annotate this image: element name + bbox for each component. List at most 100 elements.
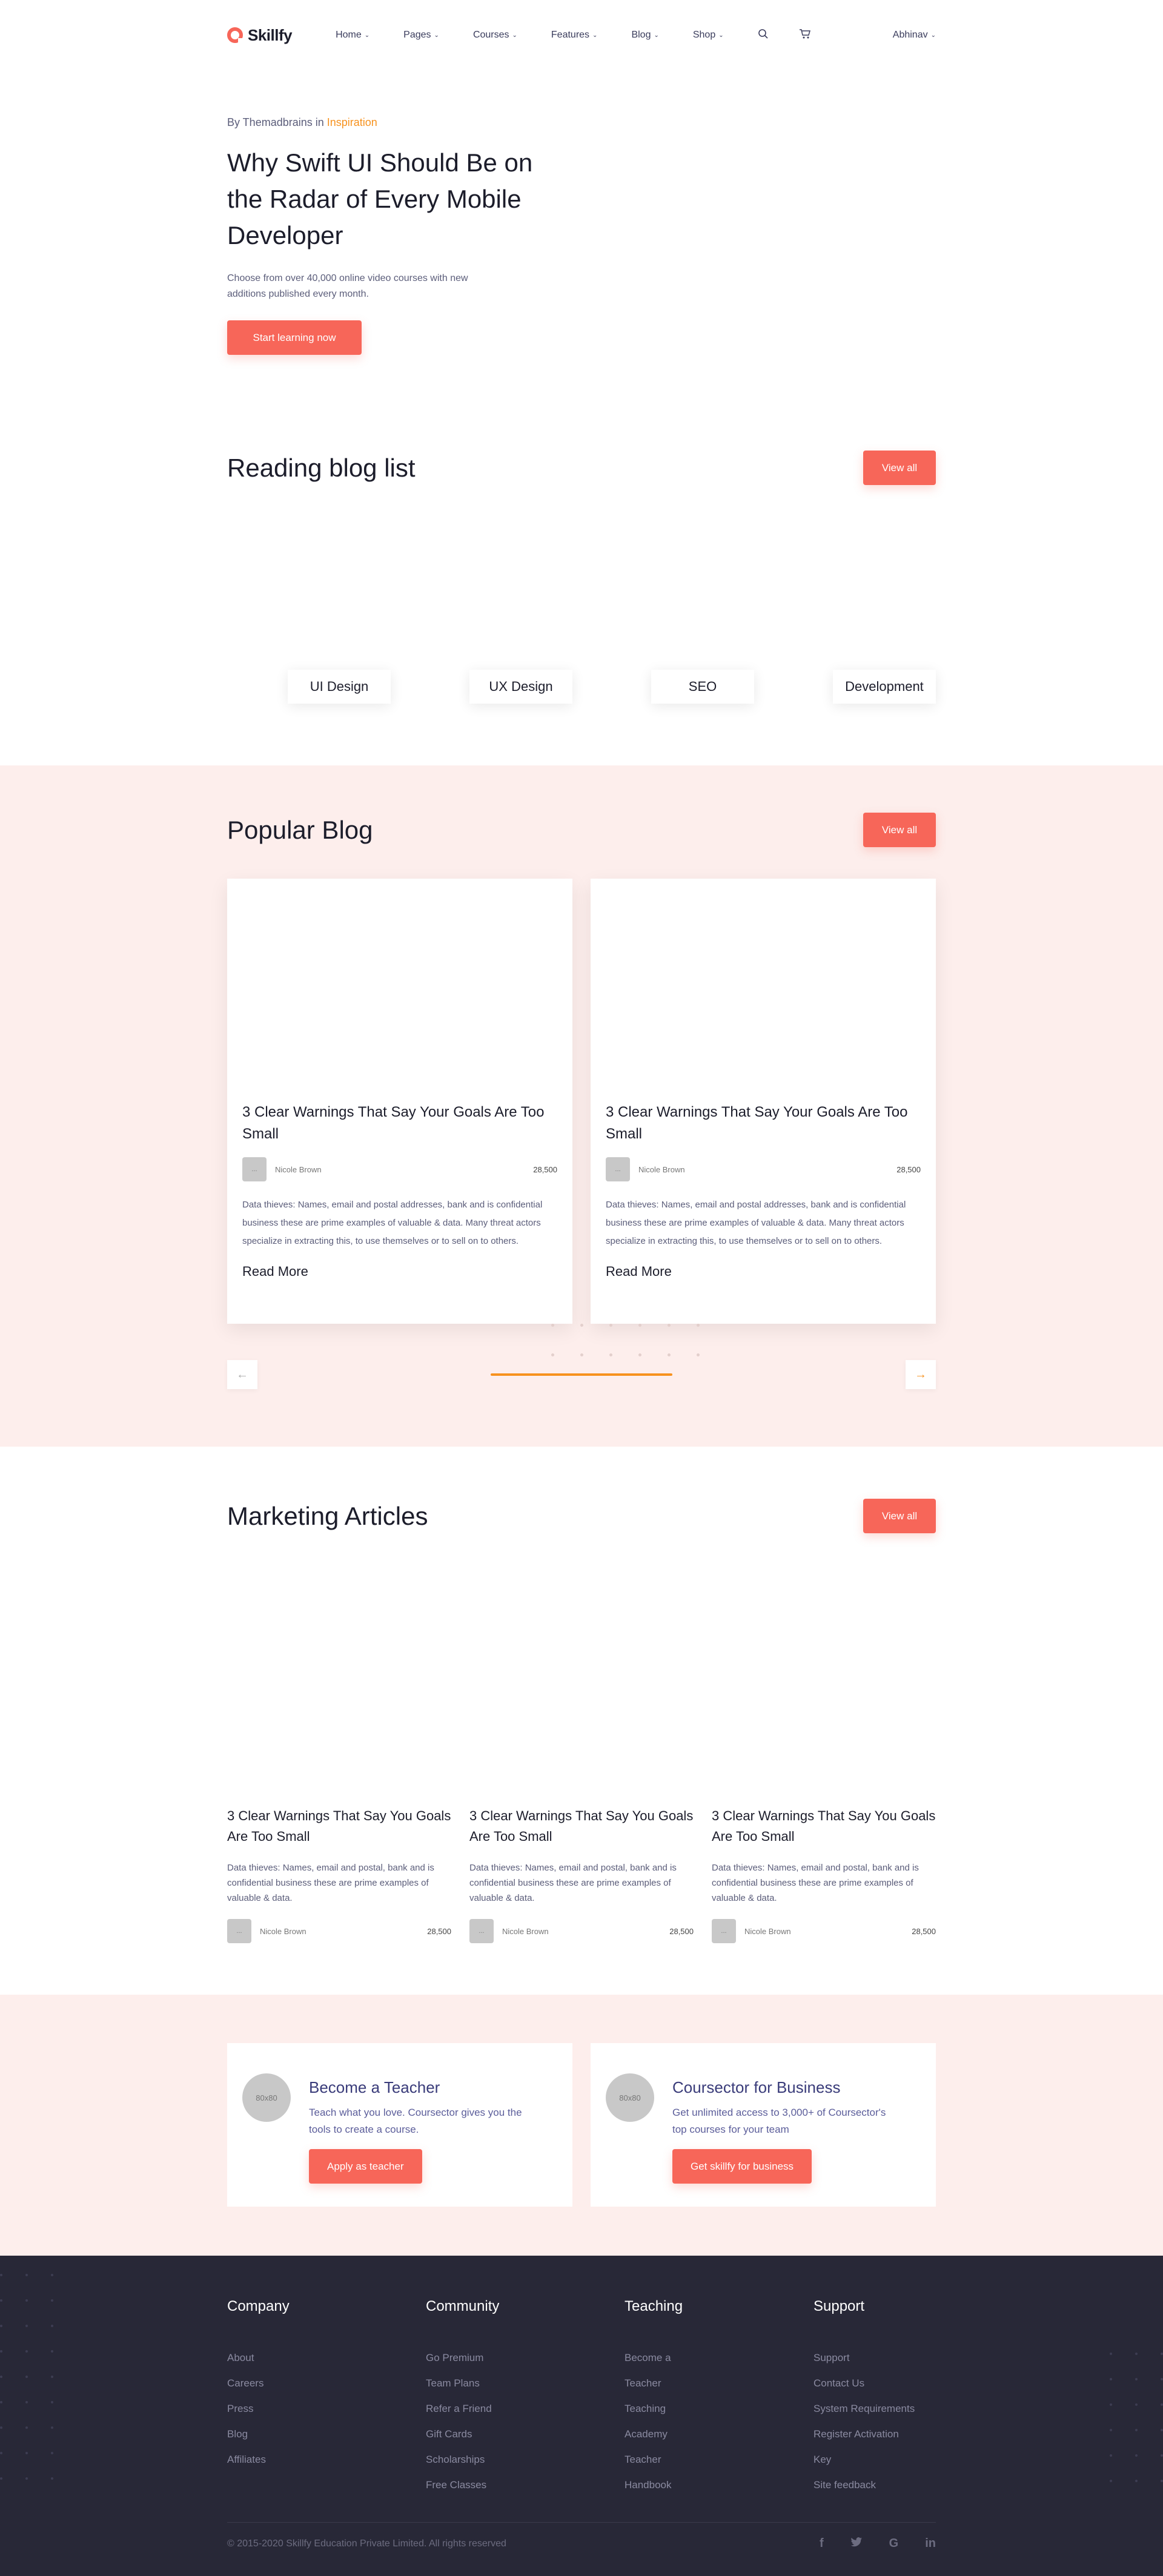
prev-arrow-button[interactable]: ← <box>227 1360 257 1389</box>
popular-carousel: 3 Clear Warnings That Say Your Goals Are… <box>227 879 936 1324</box>
hero-subtitle: Choose from over 40,000 online video cou… <box>227 273 468 299</box>
logo-text: Skillfy <box>248 25 293 44</box>
card-title[interactable]: 3 Clear Warnings That Say Your Goals Are… <box>606 1101 921 1145</box>
author-name: Nicole Brown <box>638 1164 685 1174</box>
tag-ui-design[interactable]: UI Design <box>288 670 391 704</box>
card-title: Become a Teacher <box>309 2078 440 2096</box>
card-excerpt: Data thieves: Names, email and postal ad… <box>242 1200 543 1246</box>
dot <box>668 1353 671 1356</box>
byline-category-link[interactable]: Inspiration <box>327 116 377 128</box>
card-title[interactable]: 3 Clear Warnings That Say You Goals Are … <box>469 1806 694 1847</box>
start-learning-button[interactable]: Start learning now <box>227 320 362 355</box>
carousel-progress <box>491 1373 672 1376</box>
facebook-icon[interactable]: f <box>820 2537 824 2551</box>
card-title[interactable]: 3 Clear Warnings That Say You Goals Are … <box>712 1806 936 1847</box>
nav-label: Features <box>551 30 590 40</box>
dot <box>580 1353 583 1356</box>
nav-label: Blog <box>631 30 651 40</box>
byline-author: By Themadbrains in <box>227 116 324 128</box>
popular-blog-section: Popular Blog View all 3 Clear Warnings T… <box>0 765 1163 1447</box>
card-text: Get unlimited access to 3,000+ of Course… <box>672 2107 886 2135</box>
avatar: ... <box>606 1157 630 1181</box>
view-count: 28,500 <box>896 1164 921 1174</box>
view-count: 28,500 <box>912 1926 936 1936</box>
hero-section: By Themadbrains in Inspiration Why Swift… <box>0 70 1163 391</box>
teacher-placeholder-icon: 80x80 <box>242 2073 291 2122</box>
user-menu[interactable]: Abhinav ⌄ <box>893 30 936 41</box>
nav-item-shop[interactable]: Shop ⌄ <box>693 30 724 41</box>
author-name: Nicole Brown <box>275 1164 322 1174</box>
section-header: Reading blog list View all <box>227 451 936 485</box>
carousel-controls: ← → <box>227 1324 936 1396</box>
card-title[interactable]: 3 Clear Warnings That Say Your Goals Are… <box>242 1101 557 1145</box>
footer-bottom-bar: © 2015-2020 Skillfy Education Private Li… <box>227 2522 936 2558</box>
nav-item-features[interactable]: Features ⌄ <box>551 30 598 41</box>
hero-title: Why Swift UI Should Be on the Radar of E… <box>227 148 533 249</box>
site-header: Skillfy Home ⌄ Pages ⌄ Courses ⌄ Features ⌄ … <box>0 0 1163 70</box>
avatar: ... <box>469 1919 494 1943</box>
nav-item-courses[interactable]: Courses ⌄ <box>473 30 517 41</box>
tag-development[interactable]: Development <box>833 670 936 704</box>
dot <box>697 1324 700 1327</box>
nav-label: Pages <box>403 30 431 40</box>
section-header: Popular Blog View all <box>227 813 936 847</box>
card-image <box>227 879 572 1091</box>
blog-card[interactable]: 3 Clear Warnings That Say Your Goals Are… <box>227 879 572 1324</box>
card-excerpt: Data thieves: Names, email and postal, b… <box>469 1863 677 1903</box>
reading-blog-section: Reading blog list View all UI Design UX … <box>0 391 1163 765</box>
card-title[interactable]: 3 Clear Warnings That Say You Goals Are … <box>227 1806 451 1847</box>
card-title: Coursector for Business <box>672 2078 841 2096</box>
article-card[interactable]: 3 Clear Warnings That Say You Goals Are … <box>469 1806 694 1943</box>
author-name: Nicole Brown <box>260 1926 306 1936</box>
main-nav: Home ⌄ Pages ⌄ Courses ⌄ Features ⌄ Blog ⌄ Sh… <box>336 30 724 41</box>
avatar: ... <box>712 1919 736 1943</box>
site-footer: Company About Careers Press Blog Affilia… <box>0 2256 1163 2576</box>
nav-item-pages[interactable]: Pages ⌄ <box>403 30 439 41</box>
section-title: Popular Blog <box>227 815 373 844</box>
twitter-icon[interactable] <box>850 2537 863 2551</box>
dot <box>638 1324 641 1327</box>
dot <box>668 1324 671 1327</box>
article-list: 3 Clear Warnings That Say You Goals Are … <box>227 1806 936 1943</box>
dot <box>609 1324 612 1327</box>
view-all-button[interactable]: View all <box>863 451 936 485</box>
dot <box>551 1324 554 1327</box>
card-meta: ... Nicole Brown 28,500 <box>712 1919 936 1943</box>
google-icon[interactable]: G <box>889 2537 899 2551</box>
linkedin-icon[interactable]: in <box>925 2537 936 2551</box>
business-placeholder-icon: 80x80 <box>606 2073 654 2122</box>
apply-as-teacher-button[interactable]: Apply as teacher <box>309 2149 422 2184</box>
decorative-dot-grid <box>0 2274 53 2480</box>
read-more-link[interactable]: Read More <box>242 1264 557 1280</box>
card-text: Teach what you love. Coursector gives yo… <box>309 2107 522 2135</box>
get-skillfy-business-button[interactable]: Get skillfy for business <box>672 2149 812 2184</box>
chevron-down-icon: ⌄ <box>930 31 936 39</box>
blog-card[interactable]: 3 Clear Warnings That Say Your Goals Are… <box>591 879 936 1324</box>
logo[interactable]: Skillfy <box>227 25 293 45</box>
card-meta: ... Nicole Brown 28,500 <box>227 1919 451 1943</box>
read-more-link[interactable]: Read More <box>606 1264 921 1280</box>
search-icon[interactable] <box>758 28 769 42</box>
decorative-dots <box>551 1324 700 1356</box>
teacher-card: 80x80 Become a Teacher Teach what you lo… <box>227 2043 572 2207</box>
nav-item-home[interactable]: Home ⌄ <box>336 30 369 41</box>
article-card[interactable]: 3 Clear Warnings That Say You Goals Are … <box>227 1806 451 1943</box>
view-all-button[interactable]: View all <box>863 1499 936 1533</box>
card-meta: ... Nicole Brown 28,500 <box>606 1157 921 1181</box>
arrow-right-icon: → <box>915 1367 927 1381</box>
tag-seo[interactable]: SEO <box>651 670 754 704</box>
card-meta: ... Nicole Brown 28,500 <box>469 1919 694 1943</box>
card-excerpt: Data thieves: Names, email and postal, b… <box>712 1863 919 1903</box>
next-arrow-button[interactable]: → <box>906 1360 936 1389</box>
nav-label: Home <box>336 30 362 40</box>
user-name: Abhinav <box>892 30 928 40</box>
avatar: ... <box>227 1919 251 1943</box>
cart-icon[interactable] <box>799 28 811 42</box>
article-card[interactable]: 3 Clear Warnings That Say You Goals Are … <box>712 1806 936 1943</box>
tag-ux-design[interactable]: UX Design <box>469 670 572 704</box>
dot <box>580 1324 583 1327</box>
view-all-button[interactable]: View all <box>863 813 936 847</box>
view-count: 28,500 <box>669 1926 694 1936</box>
chevron-down-icon: ⌄ <box>718 31 724 39</box>
nav-item-blog[interactable]: Blog ⌄ <box>631 30 658 41</box>
